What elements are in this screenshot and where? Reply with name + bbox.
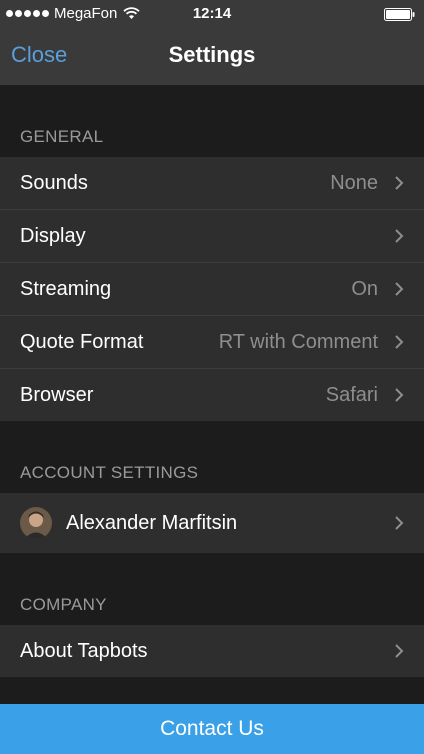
row-value: RT with Comment xyxy=(218,330,378,353)
contact-us-label: Contact Us xyxy=(160,717,264,740)
section-header-general-label: GENERAL xyxy=(20,127,104,146)
chevron-right-icon xyxy=(395,516,404,530)
chevron-right-icon xyxy=(395,229,404,243)
navigation-bar: Close Settings xyxy=(0,28,424,85)
status-bar: MegaFon 12:14 xyxy=(0,0,424,28)
row-label: Display xyxy=(20,224,86,247)
chevron-right-icon xyxy=(395,644,404,658)
row-value: Safari xyxy=(325,383,378,406)
account-name: Alexander Marfitsin xyxy=(66,511,238,534)
settings-row-quote-format[interactable]: Quote Format RT with Comment xyxy=(0,315,424,368)
chevron-right-icon xyxy=(395,335,404,349)
settings-row-streaming[interactable]: Streaming On xyxy=(0,262,424,315)
row-label: Streaming xyxy=(20,277,112,300)
row-label: Sounds xyxy=(20,171,88,194)
page-title: Settings xyxy=(168,42,256,67)
row-label: Quote Format xyxy=(20,330,144,353)
row-label: Browser xyxy=(20,383,94,406)
avatar xyxy=(20,507,52,539)
section-header-account-label: ACCOUNT SETTINGS xyxy=(20,463,199,482)
section-header-company-label: COMPANY xyxy=(20,595,107,614)
contact-us-button[interactable]: Contact Us xyxy=(0,704,424,754)
status-time: 12:14 xyxy=(192,5,232,22)
settings-row-sounds[interactable]: Sounds None xyxy=(0,157,424,209)
account-row[interactable]: Alexander Marfitsin xyxy=(0,493,424,553)
settings-list: GENERAL Sounds None Display Streaming On… xyxy=(0,85,424,677)
row-value: On xyxy=(351,277,378,300)
settings-row-about-tapbots[interactable]: About Tapbots xyxy=(0,625,424,677)
row-value: None xyxy=(330,171,378,194)
settings-row-browser[interactable]: Browser Safari xyxy=(0,368,424,421)
row-label: About Tapbots xyxy=(20,639,148,662)
section-header-company: COMPANY xyxy=(0,553,424,625)
section-header-account: ACCOUNT SETTINGS xyxy=(0,421,424,493)
battery-icon xyxy=(384,8,415,21)
settings-row-display[interactable]: Display xyxy=(0,209,424,262)
chevron-right-icon xyxy=(395,388,404,402)
chevron-right-icon xyxy=(395,282,404,296)
chevron-right-icon xyxy=(395,176,404,190)
section-header-general: GENERAL xyxy=(0,85,424,157)
